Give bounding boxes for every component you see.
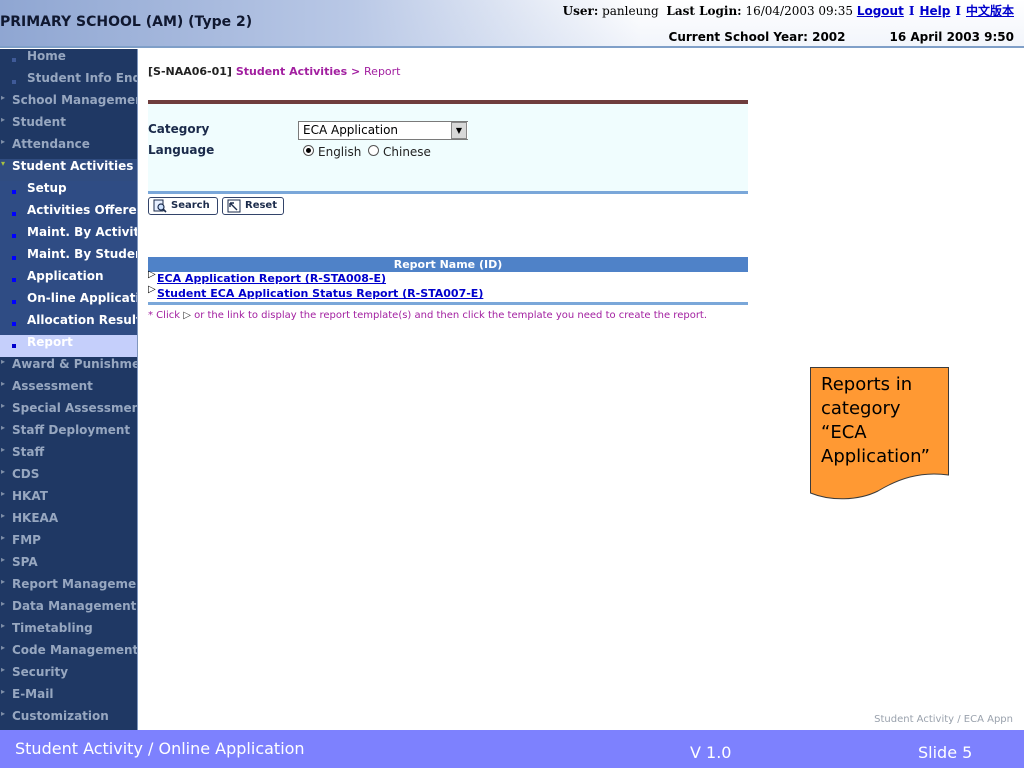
school-title: PRIMARY SCHOOL (AM) (Type 2)	[0, 14, 253, 30]
language-label: Language	[148, 143, 215, 157]
sidebar-item[interactable]: Maint. By Student	[0, 247, 137, 269]
callout-note: Reports in category “ECA Application”	[810, 367, 950, 503]
sidebar-item[interactable]: Attendance	[0, 137, 137, 159]
sidebar-item[interactable]: Maint. By Activity	[0, 225, 137, 247]
callout-line: category	[821, 398, 901, 419]
sidebar: HomeStudent Info EnquirySchool Managemen…	[0, 49, 138, 730]
footer-title: Student Activity / Online Application	[15, 739, 305, 758]
sidebar-item[interactable]: Home	[0, 49, 137, 71]
sidebar-item[interactable]: HKEAA	[0, 511, 137, 533]
reset-icon	[227, 199, 241, 213]
sidebar-item[interactable]: Student Info Enquiry	[0, 71, 137, 93]
reset-button[interactable]: Reset	[222, 197, 284, 215]
header: PRIMARY SCHOOL (AM) (Type 2) User: panle…	[0, 0, 1024, 48]
school-year-bar: Current School Year: 2002 16 April 2003 9…	[669, 30, 1014, 44]
sidebar-item[interactable]: Security	[0, 665, 137, 687]
report-row[interactable]: ▷ ECA Application Report (R-STA008-E)	[148, 269, 748, 287]
search-icon	[153, 199, 167, 213]
chinese-version-link[interactable]: 中文版本	[966, 4, 1014, 18]
sidebar-item[interactable]: Award & Punishment	[0, 357, 137, 379]
category-label: Category	[148, 122, 210, 136]
footer-slide-number: Slide 5	[918, 743, 973, 762]
breadcrumb-module: Student Activities	[235, 65, 348, 78]
report-row[interactable]: ▷ Student ECA Application Status Report …	[148, 284, 748, 302]
current-datetime: 16 April 2003 9:50	[889, 30, 1015, 44]
breadcrumb: [S-NAA06-01] Student Activities > Report	[148, 65, 401, 78]
radio-label: Chinese	[383, 145, 431, 159]
callout-line: Reports in	[821, 374, 913, 395]
sidebar-item[interactable]: Allocation Results	[0, 313, 137, 335]
page-id: [S-NAA06-01]	[148, 65, 232, 78]
sidebar-item[interactable]: CDS	[0, 467, 137, 489]
report-link[interactable]: ECA Application Report (R-STA008-E)	[157, 272, 386, 285]
sidebar-item[interactable]: FMP	[0, 533, 137, 555]
sidebar-item[interactable]: Report	[0, 335, 137, 357]
reset-button-label: Reset	[245, 200, 277, 211]
radio-label: English	[318, 145, 362, 159]
search-button[interactable]: Search	[148, 197, 218, 215]
footnote: * Click ▷ or the link to display the rep…	[148, 310, 707, 321]
user-label: User:	[562, 4, 599, 18]
sidebar-item[interactable]: E-Mail	[0, 687, 137, 709]
page: PRIMARY SCHOOL (AM) (Type 2) User: panle…	[0, 0, 1024, 768]
last-login-value: 16/04/2003 09:35	[745, 4, 853, 18]
report-table: Report Name (ID) ▷ ECA Application Repor…	[148, 257, 748, 305]
sidebar-item[interactable]: Customization	[0, 709, 137, 730]
logout-link[interactable]: Logout	[857, 4, 904, 18]
sidebar-item[interactable]: SPA	[0, 555, 137, 577]
sidebar-item[interactable]: HKAT	[0, 489, 137, 511]
sidebar-item[interactable]: Report Management	[0, 577, 137, 599]
expand-triangle-icon: ▷	[183, 310, 191, 321]
help-link[interactable]: Help	[919, 4, 950, 18]
school-year: Current School Year: 2002	[668, 30, 846, 44]
user-bar: User: panleung Last Login: 16/04/2003 09…	[563, 2, 1014, 19]
footnote-text-after: or the link to display the report templa…	[194, 310, 708, 321]
sidebar-item[interactable]: On-line Application	[0, 291, 137, 313]
sidebar-item[interactable]: Special Assessment	[0, 401, 137, 423]
sidebar-item[interactable]: Data Management	[0, 599, 137, 621]
separator: I	[908, 4, 915, 18]
callout-line: “ECA	[821, 422, 867, 443]
sidebar-item[interactable]: Application	[0, 269, 137, 291]
footer-version: V 1.0	[690, 743, 732, 762]
sidebar-item[interactable]: Staff Deployment	[0, 423, 137, 445]
slide-watermark: Student Activity / ECA Appn	[874, 714, 1013, 725]
divider	[148, 302, 748, 305]
expand-triangle-icon[interactable]: ▷	[148, 284, 156, 295]
last-login-label: Last Login:	[666, 4, 742, 18]
report-table-header: Report Name (ID)	[148, 257, 748, 272]
separator: I	[955, 4, 961, 18]
radio-selected-icon[interactable]	[303, 145, 314, 156]
breadcrumb-page: Report	[364, 65, 401, 78]
callout-text: Reports in category “ECA Application”	[821, 373, 946, 469]
sidebar-item[interactable]: Assessment	[0, 379, 137, 401]
breadcrumb-separator: >	[350, 65, 361, 78]
language-radio-english[interactable]: English	[303, 145, 361, 161]
sidebar-item[interactable]: Code Management	[0, 643, 137, 665]
footnote-text-before: * Click	[148, 310, 181, 321]
language-radio-chinese[interactable]: Chinese	[368, 145, 431, 161]
category-select[interactable]: ECA Application	[298, 121, 468, 140]
sidebar-item[interactable]: Staff	[0, 445, 137, 467]
expand-triangle-icon[interactable]: ▷	[148, 269, 156, 280]
sidebar-item[interactable]: Student	[0, 115, 137, 137]
sidebar-item[interactable]: School Management	[0, 93, 137, 115]
callout-line: Application”	[821, 446, 930, 467]
slide-footer: Student Activity / Online Application V …	[0, 730, 1024, 768]
sidebar-item[interactable]: Activities Offered	[0, 203, 137, 225]
sidebar-item[interactable]: Setup	[0, 181, 137, 203]
chevron-down-icon[interactable]: ▼	[451, 122, 467, 139]
filter-panel: Category ECA Application ▼ Language Engl…	[148, 100, 748, 194]
sidebar-item[interactable]: Student Activities	[0, 159, 137, 181]
sidebar-item[interactable]: Timetabling	[0, 621, 137, 643]
user-name: panleung	[602, 4, 659, 18]
report-link[interactable]: Student ECA Application Status Report (R…	[157, 287, 483, 300]
search-button-label: Search	[171, 200, 210, 211]
radio-unselected-icon[interactable]	[368, 145, 379, 156]
